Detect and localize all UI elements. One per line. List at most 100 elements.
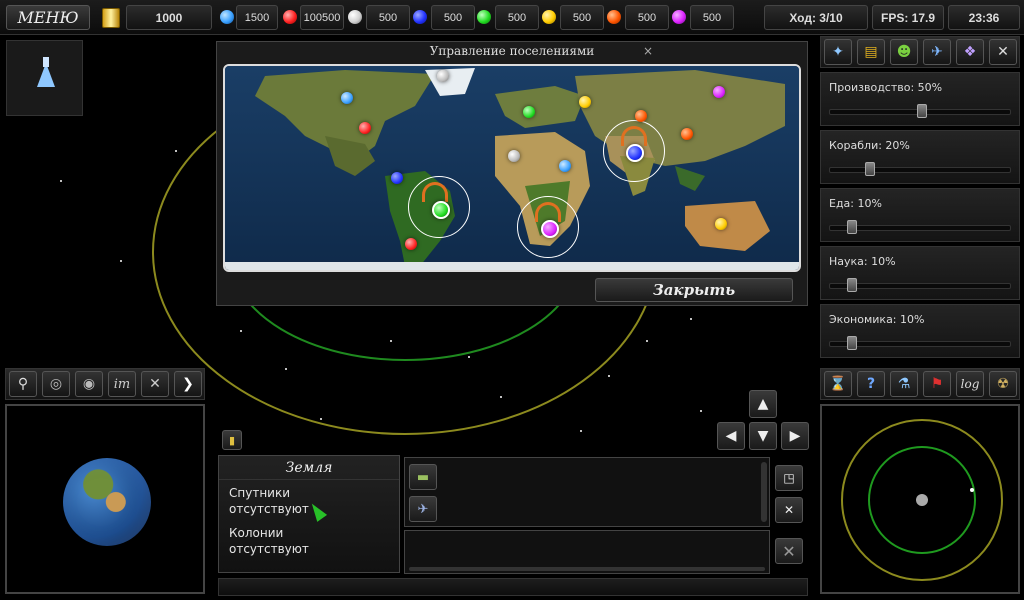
arrow-left-button[interactable]: ◀ — [717, 422, 745, 450]
system-minimap[interactable] — [820, 404, 1020, 594]
food-slider: Еда: 10% — [820, 188, 1020, 242]
production-label: Производство: 50% — [829, 81, 943, 94]
alien-icon[interactable]: ☻ — [890, 39, 918, 65]
purple-resource-amount: 500 — [690, 5, 734, 30]
left-toolbar: ⚲ ◎ ◉ im ✕ ❯ — [5, 368, 205, 400]
fps-counter: FPS: 17.9 — [872, 5, 944, 30]
gold-icon — [102, 8, 120, 28]
tower-icon[interactable]: ▮ — [222, 430, 242, 450]
top-bar: МЕНЮ 1000 1500 100500 500 500 500 500 50… — [0, 0, 1024, 35]
arrow-down-button[interactable]: ▼ — [749, 422, 777, 450]
turn-counter: Ход: 3/10 — [764, 5, 868, 30]
minimap-orbits — [841, 419, 1003, 581]
green-resource-icon — [477, 10, 491, 24]
planet-view[interactable] — [5, 404, 205, 594]
red-resource-amount: 100500 — [300, 5, 344, 30]
map-marker-green-colony[interactable] — [432, 201, 450, 219]
close-window-label: Закрыть — [652, 281, 736, 299]
arrow-up-button[interactable]: ▲ — [749, 390, 777, 418]
map-marker-orange[interactable] — [635, 110, 647, 122]
science-label: Наука: 10% — [829, 255, 896, 268]
expand-button[interactable]: ◳ — [775, 465, 803, 491]
telescope-icon[interactable]: ⚲ — [9, 371, 37, 397]
economy-slider: Экономика: 10% — [820, 304, 1020, 358]
science-thumb[interactable] — [847, 278, 857, 292]
research-flask-icon[interactable]: ⚗ — [890, 371, 918, 397]
colony-building-icon — [535, 202, 561, 222]
colony-building-icon — [422, 182, 448, 202]
purple-resource-icon — [672, 10, 686, 24]
planet-info-panel: Земля Спутники отсутствуют Колонии отсут… — [218, 455, 400, 573]
orbit-icon[interactable]: ◎ — [42, 371, 70, 397]
menu-button[interactable]: МЕНЮ — [6, 5, 90, 30]
satellites-label: Спутники — [229, 486, 291, 500]
ships-track[interactable] — [829, 167, 1011, 173]
map-marker-dark-blue[interactable] — [391, 172, 403, 184]
economy-thumb[interactable] — [847, 336, 857, 350]
flag-icon[interactable]: ⚑ — [923, 371, 951, 397]
close-window-button[interactable]: Закрыть — [595, 278, 793, 302]
colonies-value: отсутствуют — [229, 542, 309, 556]
gold-stack-icon[interactable]: ▤ — [857, 39, 885, 65]
hourglass-icon[interactable]: ⌛ — [824, 371, 852, 397]
map-marker-yellow[interactable] — [579, 96, 591, 108]
status-strip — [218, 578, 808, 596]
tools-icon[interactable]: ✕ — [989, 39, 1017, 65]
food-thumb[interactable] — [847, 220, 857, 234]
next-arrow-icon[interactable]: ❯ — [174, 371, 202, 397]
map-marker-red[interactable] — [359, 122, 371, 134]
economy-label: Экономика: 10% — [829, 313, 925, 326]
ships-slider: Корабли: 20% — [820, 130, 1020, 184]
colony-building-icon — [621, 126, 647, 146]
settlements-window: Управление поселениями × Закрыть — [216, 41, 808, 306]
im-button[interactable]: im — [108, 371, 136, 397]
close-x-icon[interactable]: × — [641, 44, 655, 58]
dark-blue-resource-icon — [413, 10, 427, 24]
green-resource-amount: 500 — [495, 5, 539, 30]
yellow-resource-amount: 500 — [560, 5, 604, 30]
map-marker-blue[interactable] — [559, 160, 571, 172]
food-label: Еда: 10% — [829, 197, 882, 210]
cancel-button[interactable]: ✕ — [775, 538, 803, 564]
settlements-title: Управление поселениями — [429, 44, 595, 58]
map-marker-green[interactable] — [523, 106, 535, 118]
production-thumb[interactable] — [917, 104, 927, 118]
arrow-right-button[interactable]: ▶ — [781, 422, 809, 450]
satellites-value: отсутствуют — [229, 502, 309, 516]
science-slider: Наука: 10% — [820, 246, 1020, 300]
fleet-icon[interactable]: ❖ — [956, 39, 984, 65]
galaxy-icon[interactable]: ✦ — [824, 39, 852, 65]
colonies-label: Колонии — [229, 526, 284, 540]
ships-thumb[interactable] — [865, 162, 875, 176]
map-marker-red[interactable] — [405, 238, 417, 250]
map-marker-purple[interactable] — [713, 86, 725, 98]
satellite-icon[interactable]: ✈ — [923, 39, 951, 65]
blue-resource-amount: 1500 — [236, 5, 278, 30]
radiation-icon[interactable]: ☢ — [989, 371, 1017, 397]
world-map[interactable] — [223, 64, 801, 272]
research-slot[interactable] — [6, 40, 83, 116]
earth-globe — [63, 458, 151, 546]
blue-resource-icon — [220, 10, 234, 24]
units-scrollbar[interactable] — [761, 462, 767, 522]
map-marker-purple-colony[interactable] — [541, 220, 559, 238]
map-marker-white[interactable] — [508, 150, 520, 162]
horizontal-scrollbar[interactable] — [409, 567, 765, 571]
ships-label: Корабли: 20% — [829, 139, 910, 152]
map-marker-dark-blue-colony[interactable] — [626, 144, 644, 162]
map-marker-orange[interactable] — [681, 128, 693, 140]
help-icon[interactable]: ? — [857, 371, 885, 397]
cargo-ship-icon[interactable]: ▬ — [409, 464, 437, 490]
units-list-panel: ▬ ✈ — [404, 457, 770, 527]
map-marker-blue[interactable] — [341, 92, 353, 104]
map-marker-yellow[interactable] — [715, 218, 727, 230]
target-icon[interactable]: ◉ — [75, 371, 103, 397]
log-button[interactable]: log — [956, 371, 984, 397]
right-bottom-toolbar: ⌛ ? ⚗ ⚑ log ☢ — [820, 368, 1020, 400]
orange-resource-amount: 500 — [625, 5, 669, 30]
tools-button[interactable]: ✕ — [775, 497, 803, 523]
fighter-ship-icon[interactable]: ✈ — [409, 496, 437, 522]
white-resource-icon — [348, 10, 362, 24]
map-marker-white[interactable] — [437, 70, 449, 82]
swords-icon[interactable]: ✕ — [141, 371, 169, 397]
